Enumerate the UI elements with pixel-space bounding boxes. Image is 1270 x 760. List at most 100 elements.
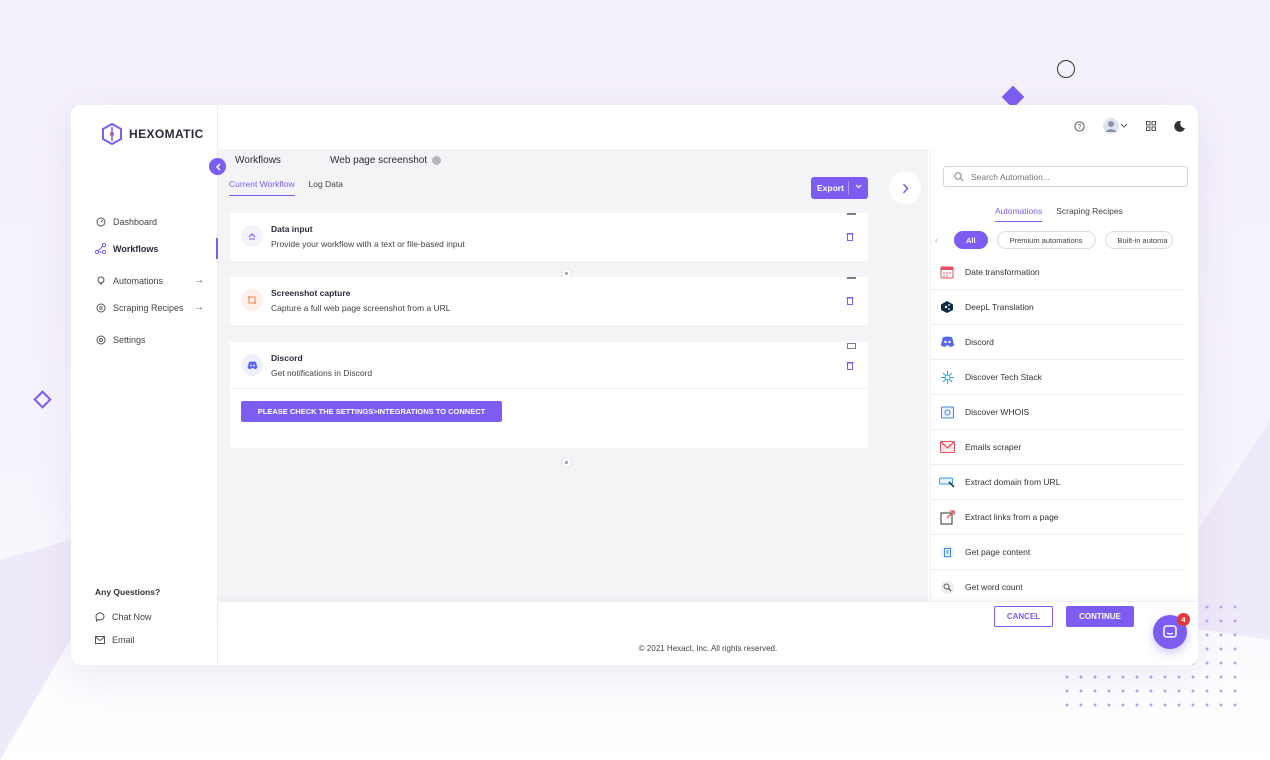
workflow-node-screenshot-capture[interactable]: Screenshot capture Capture a full web pa… [230,277,868,325]
trash-icon[interactable] [846,361,854,372]
edit-icon[interactable] [432,156,442,165]
sidebar-item-label: Dashboard [113,216,158,227]
cancel-button[interactable]: CANCEL [994,606,1053,627]
search-icon [954,171,964,181]
notification-badge: 4 [1177,613,1190,626]
automation-icon [95,275,106,286]
chevron-down-icon [1120,123,1128,128]
collapse-icon[interactable] [847,213,856,215]
sidebar-item-workflows[interactable]: Workflows [71,235,218,262]
export-label: Export [817,183,844,193]
help-icon[interactable]: ? [1072,119,1086,133]
toggle-panel-button[interactable] [889,172,921,204]
email-label: Email [112,635,135,645]
logo[interactable]: HEXOMATIC [102,123,204,145]
sidebar-item-label: Settings [113,334,146,345]
page-content-icon [938,543,956,561]
list-item[interactable]: Get word count [931,570,1185,601]
tab-log-data[interactable]: Log Data [309,179,344,196]
tab-current-workflow[interactable]: Current Workflow [229,179,295,196]
logo-text: HEXOMATIC [129,127,204,141]
arrow-right-icon: → [194,275,204,286]
workflow-node-data-input[interactable]: Data input Provide your workflow with a … [230,213,868,261]
sidebar-item-automations[interactable]: Automations → [71,267,218,294]
avatar [1103,118,1119,134]
list-item[interactable]: Discover WHOIS [931,395,1185,430]
collapse-icon[interactable] [847,277,856,279]
breadcrumb[interactable]: Workflows [235,155,281,166]
expand-icon[interactable] [847,343,856,349]
node-connector[interactable] [561,457,572,468]
sidebar-item-label: Scraping Recipes [113,302,184,313]
node-description: Get notifications in Discord [271,368,373,378]
settings-icon [95,334,106,345]
trash-icon[interactable] [846,232,854,243]
whois-icon [938,403,956,421]
workflow-title: Web page screenshot [330,155,442,166]
search-box[interactable] [943,166,1188,187]
dark-mode-icon[interactable] [1172,119,1186,133]
chat-now-label: Chat Now [112,612,152,622]
workflow-icon [95,243,106,254]
list-item[interactable]: Discord [931,325,1185,360]
automation-label: Extract links from a page [965,512,1059,522]
node-description: Provide your workflow with a text or fil… [271,239,465,249]
workflow-name: Web page screenshot [330,155,428,166]
chip-built-in[interactable]: Built-in automa [1104,231,1173,249]
sidebar-item-dashboard[interactable]: Dashboard [71,208,218,235]
domain-icon [938,473,956,491]
word-count-icon [938,578,956,596]
trash-icon[interactable] [846,296,854,307]
discord-icon [938,333,956,351]
panel-tabs: Automations Scraping Recipes [995,206,1123,222]
chat-icon [95,612,105,622]
integrations-warning-button[interactable]: PLEASE CHECK THE SETTINGS>INTEGRATIONS T… [241,401,502,422]
list-item[interactable]: Emails scraper [931,430,1185,465]
apps-grid-icon[interactable] [1144,119,1158,133]
calendar-icon [938,263,956,281]
tab-automations[interactable]: Automations [995,206,1043,222]
sidebar-item-label: Automations [113,275,164,286]
chevron-right-icon [902,183,909,193]
filter-chips: ‹ All Premium automations Built-in autom… [935,231,1198,249]
email-link[interactable]: Email [95,635,135,645]
chip-all[interactable]: All [954,231,988,249]
sidebar-item-scraping-recipes[interactable]: Scraping Recipes → [71,294,218,321]
automation-label: Get page content [965,547,1031,557]
automation-label: Discover WHOIS [965,407,1030,417]
workflow-node-discord[interactable]: Discord Get notifications in Discord [230,342,868,448]
action-bar: CANCEL CONTINUE [218,601,1198,632]
chat-icon [1163,625,1177,638]
sidebar: HEXOMATIC Dashboard Workflows Automation… [71,105,218,665]
list-item[interactable]: Extract links from a page [931,500,1185,535]
search-input[interactable] [971,171,1171,182]
chevron-left-icon[interactable]: ‹ [935,235,945,245]
chat-now-link[interactable]: Chat Now [95,612,152,622]
continue-button[interactable]: CONTINUE [1066,606,1134,627]
automation-label: Discover Tech Stack [965,372,1042,382]
sidebar-item-settings[interactable]: Settings [71,326,218,353]
top-bar: ? [218,105,1198,149]
workflow-tabs: Current Workflow Log Data [229,179,343,196]
copyright-text: © 2021 Hexact, Inc. All rights reserved. [638,644,778,653]
node-title: Discord [271,353,303,363]
chip-premium[interactable]: Premium automations [996,231,1096,249]
automation-list: Date transformation DeepL Translation Di… [931,255,1185,601]
mail-icon [95,636,105,644]
user-menu[interactable] [1100,118,1130,134]
chevron-down-icon [855,182,862,191]
app-window: HEXOMATIC Dashboard Workflows Automation… [71,105,1198,665]
export-button[interactable]: Export [811,177,868,199]
arrow-right-icon: → [194,302,204,313]
sidebar-nav: Dashboard Workflows Automations → Scrapi… [71,208,218,353]
list-item[interactable]: DeepL Translation [931,290,1185,325]
top-icons: ? [1072,118,1186,134]
list-item[interactable]: Discover Tech Stack [931,360,1185,395]
list-item[interactable]: Extract domain from URL [931,465,1185,500]
collapse-sidebar-button[interactable] [209,158,226,175]
list-item[interactable]: Get page content [931,535,1185,570]
list-item[interactable]: Date transformation [931,255,1185,290]
node-title: Screenshot capture [271,288,351,298]
tech-stack-icon [938,368,956,386]
tab-scraping-recipes[interactable]: Scraping Recipes [1056,206,1123,222]
